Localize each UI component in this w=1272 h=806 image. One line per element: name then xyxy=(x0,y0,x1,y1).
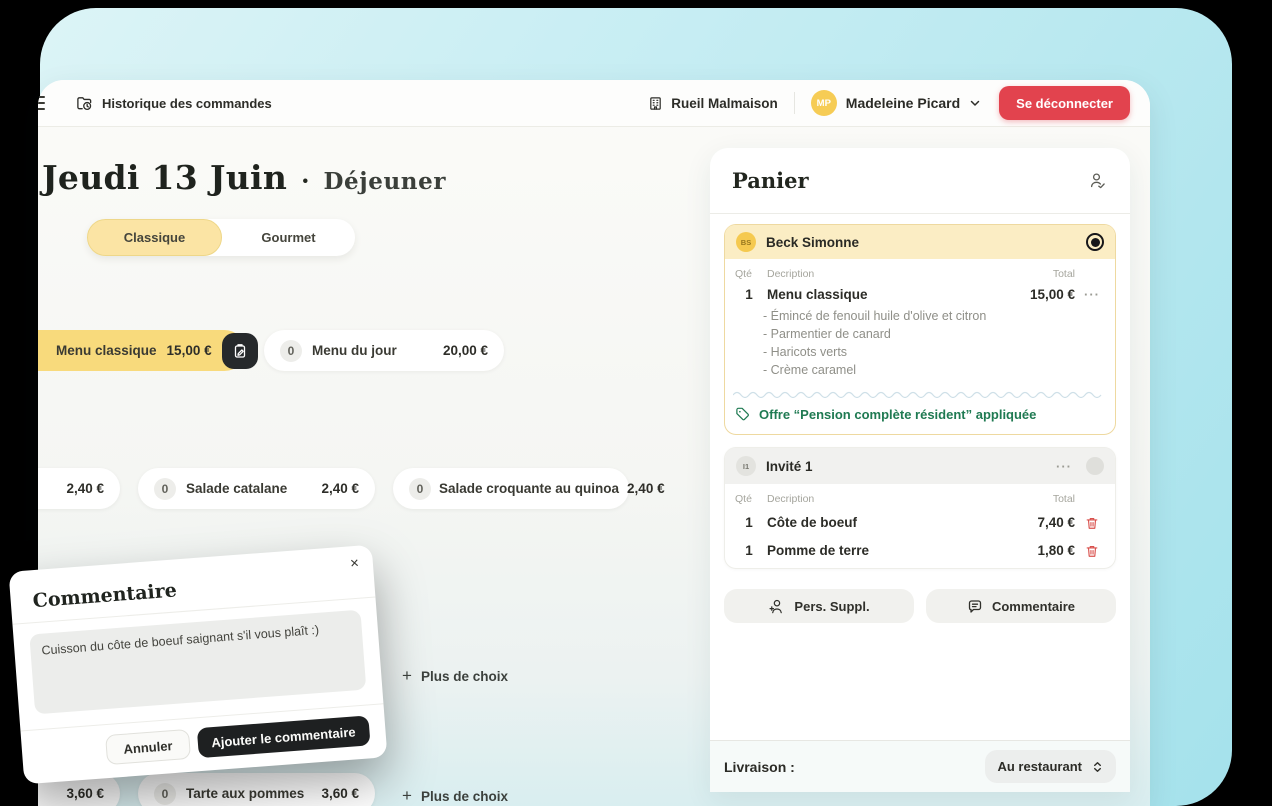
close-icon[interactable]: × xyxy=(349,555,359,573)
offer-label: Offre “Pension complète résident” appliq… xyxy=(759,407,1036,422)
user-menu[interactable]: MP Madeleine Picard xyxy=(811,90,981,116)
offer-row: Offre “Pension complète résident” appliq… xyxy=(725,398,1115,434)
guest-avatar: I1 xyxy=(736,456,756,476)
chevron-updown-icon xyxy=(1091,760,1104,774)
top-bar: Historique des commandes Rueil Malmaison… xyxy=(38,80,1150,127)
delivery-select[interactable]: Au restaurant xyxy=(985,750,1116,783)
guest-radio-unselected[interactable] xyxy=(1086,457,1104,475)
meal-title: Déjeuner xyxy=(324,168,447,195)
delete-item-icon[interactable] xyxy=(1079,516,1105,530)
item-details: - Émincé de fenouil huile d'olive et cit… xyxy=(725,302,1115,379)
person-check-icon[interactable] xyxy=(1088,171,1108,191)
chevron-down-icon xyxy=(969,97,981,109)
cart-actions: Pers. Suppl. Commentaire xyxy=(724,589,1116,623)
cart-title: Panier xyxy=(732,168,809,193)
add-comment-button[interactable]: Ajouter le commentaire xyxy=(196,715,370,758)
comment-textarea[interactable]: Cuisson du côte de boeuf saignant s'il v… xyxy=(29,610,366,715)
guest-radio-selected[interactable] xyxy=(1086,233,1104,251)
comment-bubble-icon xyxy=(967,598,983,614)
salad-item-clipped[interactable]: 2,40 € xyxy=(38,468,120,509)
wavy-divider xyxy=(733,390,1107,398)
title-separator: · xyxy=(301,166,309,195)
guest-avatar: BS xyxy=(736,232,756,252)
menus-row: Menu classique 15,00 € 0 Menu du jour 20… xyxy=(38,330,690,371)
user-avatar: MP xyxy=(811,90,837,116)
history-label: Historique des commandes xyxy=(102,96,272,111)
plus-icon: + xyxy=(402,786,412,806)
salads-row: 2,40 € 0 Salade catalane 2,40 € 0 Salade… xyxy=(38,468,690,509)
tag-icon xyxy=(735,407,750,422)
modal-footer: Annuler Ajouter le commentaire xyxy=(20,703,386,771)
dessert-item-tarte[interactable]: 0 Tarte aux pommes 3,60 € xyxy=(138,773,375,806)
location-label: Rueil Malmaison xyxy=(671,96,778,111)
tab-classique[interactable]: Classique xyxy=(87,219,222,256)
guest-card-beck-simonne: BS Beck Simonne Qté Decription Total 1 M… xyxy=(724,224,1116,435)
location-display: Rueil Malmaison xyxy=(648,96,778,111)
more-choices-link-desserts[interactable]: + Plus de choix xyxy=(402,786,508,806)
desserts-row: 3,60 € 0 Tarte aux pommes 3,60 € + Plus … xyxy=(38,773,690,806)
qty-badge: 0 xyxy=(154,783,176,805)
cart-item-row: 1 Menu classique 15,00 € ··· xyxy=(725,287,1115,302)
page-title: Jeudi 13 Juin · Déjeuner xyxy=(42,158,446,197)
logout-button[interactable]: Se déconnecter xyxy=(999,86,1130,120)
cart-footer: Livraison : Au restaurant xyxy=(710,740,1130,792)
salad-item-quinoa[interactable]: 0 Salade croquante au quinoa 2,40 € xyxy=(393,468,629,509)
qty-badge: 0 xyxy=(280,340,302,362)
cart-column-headers: Qté Decription Total xyxy=(725,268,1115,280)
building-icon xyxy=(648,96,663,111)
guest-header[interactable]: I1 Invité 1 ··· xyxy=(725,448,1115,484)
comment-button[interactable]: Commentaire xyxy=(926,589,1116,623)
cancel-button[interactable]: Annuler xyxy=(105,729,190,765)
history-icon xyxy=(76,95,93,112)
cart-item-row: 1 Pomme de terre 1,80 € xyxy=(725,543,1115,558)
qty-badge: 0 xyxy=(154,478,176,500)
comment-modal: × Commentaire Cuisson du côte de boeuf s… xyxy=(9,545,388,785)
add-person-button[interactable]: Pers. Suppl. xyxy=(724,589,914,623)
tab-gourmet[interactable]: Gourmet xyxy=(222,219,355,256)
history-nav[interactable]: Historique des commandes xyxy=(76,95,272,112)
menu-type-tabs: Classique Gourmet xyxy=(87,219,355,256)
person-plus-icon xyxy=(768,598,785,615)
menu-item-du-jour[interactable]: 0 Menu du jour 20,00 € xyxy=(264,330,504,371)
user-name: Madeleine Picard xyxy=(846,95,960,111)
item-options-icon[interactable]: ··· xyxy=(1079,287,1105,302)
note-button[interactable] xyxy=(222,333,258,369)
more-choices-link[interactable]: + Plus de choix xyxy=(402,666,508,686)
menu-icon[interactable] xyxy=(38,96,45,110)
cart-item-row: 1 Côte de boeuf 7,40 € xyxy=(725,515,1115,530)
qty-badge: 0 xyxy=(409,478,431,500)
salad-item-catalane[interactable]: 0 Salade catalane 2,40 € xyxy=(138,468,375,509)
plus-icon: + xyxy=(402,666,412,686)
date-title: Jeudi 13 Juin xyxy=(42,158,287,197)
delivery-label: Livraison : xyxy=(724,759,795,775)
cart-header: Panier xyxy=(710,148,1130,214)
guest-options-icon[interactable]: ··· xyxy=(1056,459,1072,474)
menu-item-classique[interactable]: Menu classique 15,00 € xyxy=(38,330,245,371)
top-bar-right: Rueil Malmaison MP Madeleine Picard Se d… xyxy=(648,86,1130,120)
clipboard-edit-icon xyxy=(232,343,248,359)
guest-header[interactable]: BS Beck Simonne xyxy=(725,225,1115,259)
guest-card-invite-1: I1 Invité 1 ··· Qté Decription Total 1 C… xyxy=(724,447,1116,569)
delete-item-icon[interactable] xyxy=(1079,544,1105,558)
cart-column-headers: Qté Decription Total xyxy=(725,493,1115,505)
divider xyxy=(794,92,795,114)
cart-panel: Panier BS Beck Simonne Qté Decription xyxy=(710,148,1130,792)
